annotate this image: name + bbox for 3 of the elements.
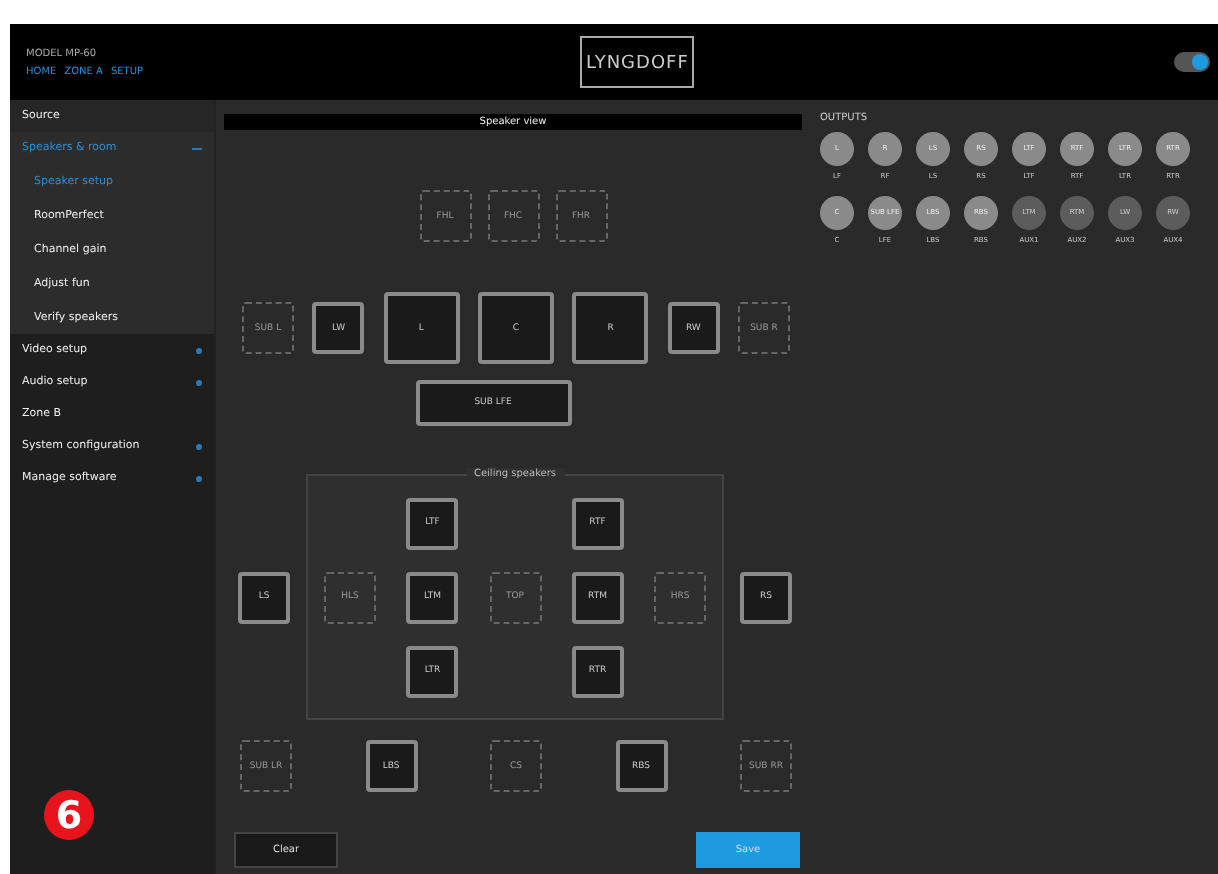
toggle-switch[interactable] [1174, 52, 1210, 72]
logo: LYNGDOFF [580, 36, 695, 88]
callout-number: 6 [44, 790, 94, 840]
